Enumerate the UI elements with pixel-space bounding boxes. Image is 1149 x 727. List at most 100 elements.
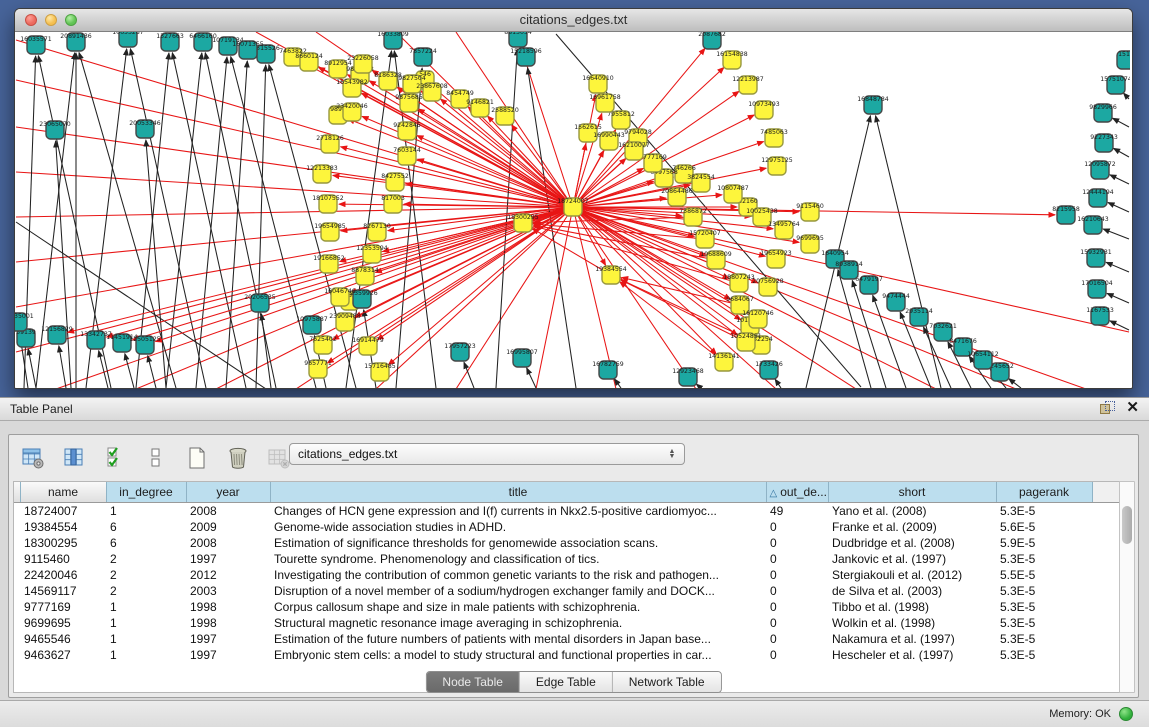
table-cell[interactable]: 9463627 [20, 647, 106, 663]
column-header-short[interactable]: short [828, 482, 996, 503]
table-cell[interactable]: 2008 [186, 503, 270, 520]
table-cell[interactable]: 5.9E-5 [996, 535, 1092, 551]
table-cell[interactable]: Estimation of the future numbers of pati… [270, 631, 766, 647]
table-cell[interactable]: 0 [766, 647, 828, 663]
table-cell[interactable]: de Silva et al. (2003) [828, 583, 996, 599]
table-row[interactable]: 1938455462009Genome-wide association stu… [14, 519, 1121, 535]
table-cell[interactable]: 0 [766, 519, 828, 535]
table-cell[interactable]: 0 [766, 535, 828, 551]
table-cell[interactable]: 0 [766, 583, 828, 599]
table-settings-icon[interactable] [19, 444, 47, 472]
table-cell[interactable]: 2012 [186, 567, 270, 583]
table-cell[interactable]: Nakamura et al. (1997) [828, 631, 996, 647]
table-cell[interactable]: 5.6E-5 [996, 519, 1092, 535]
table-cell[interactable]: Investigating the contribution of common… [270, 567, 766, 583]
table-cell[interactable]: 49 [766, 503, 828, 520]
table-cell[interactable]: 2003 [186, 583, 270, 599]
column-header-in_degree[interactable]: in_degree [106, 482, 186, 503]
network-view-window[interactable]: citations_edges.txt 54615129896391396216… [14, 8, 1133, 389]
table-cell[interactable]: 0 [766, 615, 828, 631]
table-cell[interactable]: 0 [766, 599, 828, 615]
table-cell[interactable]: 18300295 [20, 535, 106, 551]
table-row[interactable]: 977716911998Corpus callosum shape and si… [14, 599, 1121, 615]
table-cell[interactable]: 2 [106, 583, 186, 599]
table-cell[interactable]: Structural magnetic resonance image aver… [270, 615, 766, 631]
table-cell[interactable]: 2009 [186, 519, 270, 535]
table-cell[interactable]: Estimation of significance thresholds fo… [270, 535, 766, 551]
table-row[interactable]: 911546021997Tourette syndrome. Phenomeno… [14, 551, 1121, 567]
table-cell[interactable]: Tibbo et al. (1998) [828, 599, 996, 615]
table-cell[interactable]: Franke et al. (2009) [828, 519, 996, 535]
table-cell[interactable]: 1997 [186, 647, 270, 663]
table-cell[interactable]: 5.3E-5 [996, 551, 1092, 567]
table-cell[interactable]: 6 [106, 519, 186, 535]
network-canvas[interactable]: 5461512989639139621602522547462668170031… [15, 32, 1130, 388]
table-cell[interactable]: 1998 [186, 599, 270, 615]
table-cell[interactable]: Wolkin et al. (1998) [828, 615, 996, 631]
table-cell[interactable]: 9465546 [20, 631, 106, 647]
close-panel-icon[interactable]: ✕ [1126, 401, 1139, 415]
table-cell[interactable]: 5.3E-5 [996, 583, 1092, 599]
table-cell[interactable]: 5.5E-5 [996, 567, 1092, 583]
node-table[interactable]: namein_degreeyeartitle△out_de...shortpag… [13, 481, 1121, 693]
table-cell[interactable]: 1 [106, 647, 186, 663]
table-cell[interactable]: 0 [766, 631, 828, 647]
table-cell[interactable]: 5.3E-5 [996, 599, 1092, 615]
table-cell[interactable]: 5.3E-5 [996, 631, 1092, 647]
table-cell[interactable]: 6 [106, 535, 186, 551]
table-cell[interactable]: 1 [106, 503, 186, 520]
table-cell[interactable]: 9699695 [20, 615, 106, 631]
table-selector-dropdown[interactable]: citations_edges.txt ▲▼ [289, 443, 685, 465]
table-cell[interactable]: Hescheler et al. (1997) [828, 647, 996, 663]
table-row[interactable]: 946362711997Embryonic stem cells: a mode… [14, 647, 1121, 663]
select-all-icon[interactable] [101, 444, 129, 472]
table-cell[interactable]: Tourette syndrome. Phenomenology and cla… [270, 551, 766, 567]
column-header-name[interactable]: name [20, 482, 106, 503]
new-table-icon[interactable] [183, 444, 211, 472]
table-cell[interactable]: 5.3E-5 [996, 503, 1092, 520]
table-cell[interactable]: 1998 [186, 615, 270, 631]
column-header-out_degree[interactable]: △out_de... [766, 482, 828, 503]
table-cell[interactable]: Genome-wide association studies in ADHD. [270, 519, 766, 535]
column-header-year[interactable]: year [186, 482, 270, 503]
table-cell[interactable]: 1 [106, 615, 186, 631]
tab-network-table[interactable]: Network Table [613, 672, 721, 692]
table-cell[interactable]: 5.3E-5 [996, 615, 1092, 631]
column-header-title[interactable]: title [270, 482, 766, 503]
clear-selection-icon[interactable] [142, 444, 170, 472]
table-cell[interactable]: Dudbridge et al. (2008) [828, 535, 996, 551]
tab-edge-table[interactable]: Edge Table [520, 672, 613, 692]
table-cell[interactable]: 1 [106, 599, 186, 615]
table-cell[interactable]: 2 [106, 567, 186, 583]
tab-node-table[interactable]: Node Table [426, 672, 520, 692]
table-cell[interactable]: Changes of HCN gene expression and I(f) … [270, 503, 766, 520]
table-cell[interactable]: Corpus callosum shape and size in male p… [270, 599, 766, 615]
table-cell[interactable]: 9115460 [20, 551, 106, 567]
table-cell[interactable]: 19384554 [20, 519, 106, 535]
table-cell[interactable]: Stergiakouli et al. (2012) [828, 567, 996, 583]
table-cell[interactable]: 1 [106, 631, 186, 647]
table-cell[interactable]: 1997 [186, 631, 270, 647]
table-row[interactable]: 1456911722003Disruption of a novel membe… [14, 583, 1121, 599]
table-cell[interactable]: Embryonic stem cells: a model to study s… [270, 647, 766, 663]
delete-table-icon[interactable] [224, 444, 252, 472]
table-cell[interactable]: 1997 [186, 551, 270, 567]
table-cell[interactable]: 0 [766, 551, 828, 567]
float-panel-icon[interactable] [1100, 401, 1114, 415]
table-cell[interactable]: 2 [106, 551, 186, 567]
table-row[interactable]: 946554611997Estimation of the future num… [14, 631, 1121, 647]
table-cell[interactable]: 14569117 [20, 583, 106, 599]
table-row[interactable]: 1872400712008Changes of HCN gene express… [14, 503, 1121, 520]
table-row[interactable]: 2242004622012Investigating the contribut… [14, 567, 1121, 583]
table-cell[interactable]: Jankovic et al. (1997) [828, 551, 996, 567]
citation-network-graph[interactable]: 5461512989639139621602522547462668170031… [15, 32, 1130, 388]
memory-status-indicator[interactable] [1119, 707, 1133, 721]
column-header-pagerank[interactable]: pagerank [996, 482, 1092, 503]
scrollbar-thumb[interactable] [1122, 506, 1132, 544]
table-cell[interactable]: 2008 [186, 535, 270, 551]
table-cell[interactable]: Yano et al. (2008) [828, 503, 996, 520]
table-cell[interactable]: 0 [766, 567, 828, 583]
table-vertical-scrollbar[interactable] [1119, 481, 1135, 693]
window-titlebar[interactable]: citations_edges.txt [15, 9, 1132, 32]
show-column-icon[interactable] [60, 444, 88, 472]
